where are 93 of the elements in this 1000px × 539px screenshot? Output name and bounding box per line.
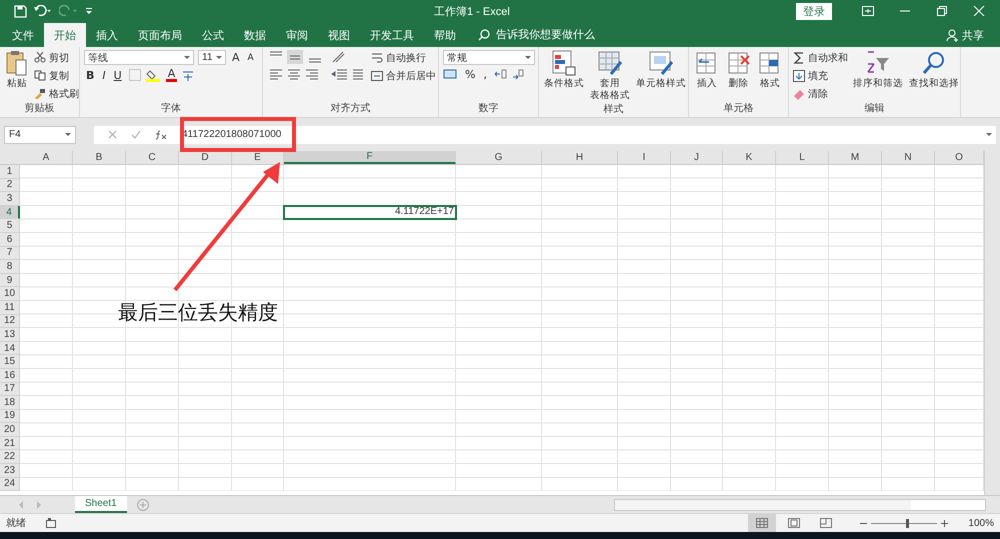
- ribbon-tab[interactable]: 插入: [86, 23, 128, 47]
- formula-input[interactable]: 411722201808071000: [177, 126, 996, 144]
- group-label: 数字: [478, 102, 498, 116]
- ribbon-tab[interactable]: 页面布局: [128, 23, 192, 47]
- group-label: 样式: [604, 102, 624, 117]
- row-header[interactable]: 23: [0, 464, 20, 478]
- comma-button[interactable]: ,: [481, 68, 489, 81]
- column-header[interactable]: G: [456, 151, 542, 164]
- sort-button[interactable]: 排序和筛选: [852, 50, 904, 90]
- underline-button[interactable]: U: [112, 68, 124, 82]
- ribbon-tab[interactable]: 公式: [192, 23, 234, 47]
- ribbon-tab[interactable]: 视图: [318, 23, 360, 47]
- font-color-button[interactable]: A: [166, 68, 178, 82]
- column-header[interactable]: I: [618, 151, 671, 164]
- column-header[interactable]: C: [126, 151, 179, 164]
- ribbon-tab[interactable]: 文件: [2, 23, 44, 47]
- cell-value[interactable]: 4.11722E+17: [284, 206, 456, 220]
- row-header[interactable]: 19: [0, 410, 20, 424]
- paste-button[interactable]: 粘贴: [4, 50, 30, 90]
- copy-button[interactable]: 复制: [34, 68, 79, 83]
- table-button[interactable]: 套用 表格格式: [589, 50, 631, 102]
- row-header[interactable]: 22: [0, 450, 20, 464]
- row-header[interactable]: 1: [0, 165, 20, 179]
- row-header[interactable]: 2: [0, 178, 20, 192]
- ribbon-tab[interactable]: 开发工具: [360, 23, 424, 47]
- row-header[interactable]: 3: [0, 192, 20, 206]
- group-label: 字体: [161, 102, 181, 116]
- percent-button[interactable]: %: [463, 68, 478, 81]
- window-title: 工作簿1 - Excel: [434, 4, 511, 18]
- login-button[interactable]: 登录: [796, 2, 832, 20]
- row-header[interactable]: 18: [0, 396, 20, 410]
- number-format-field[interactable]: 常规: [443, 50, 535, 65]
- sheet-tab[interactable]: Sheet1: [75, 496, 127, 513]
- row-header[interactable]: 14: [0, 342, 20, 356]
- row-header[interactable]: 17: [0, 382, 20, 396]
- sum-button[interactable]: 自动求和: [793, 50, 848, 65]
- delete-cells-button[interactable]: 删除: [724, 50, 752, 90]
- status-text: 就绪: [6, 516, 26, 530]
- row-header[interactable]: 16: [0, 368, 20, 382]
- grow-font-button[interactable]: A: [230, 51, 242, 64]
- ribbon-tab[interactable]: 审阅: [276, 23, 318, 47]
- ribbon-tab[interactable]: 开始: [44, 23, 86, 47]
- group-label: 编辑: [864, 102, 884, 116]
- annotation-text: 最后三位丢失精度: [118, 299, 278, 326]
- column-header[interactable]: J: [671, 151, 723, 164]
- shrink-font-button[interactable]: A: [246, 52, 256, 62]
- row-header[interactable]: 10: [0, 287, 20, 301]
- row-header[interactable]: 12: [0, 314, 20, 328]
- row-header[interactable]: 8: [0, 260, 20, 274]
- column-header[interactable]: K: [723, 151, 776, 164]
- merge-center-button[interactable]: 合并后居中: [371, 68, 436, 83]
- row-header[interactable]: 15: [0, 355, 20, 369]
- format-cells-button[interactable]: 格式: [756, 50, 784, 90]
- group-label: 剪贴板: [24, 102, 54, 116]
- insert-cells-button[interactable]: 插入: [693, 50, 721, 90]
- column-header[interactable]: B: [73, 151, 126, 164]
- font-size-field[interactable]: 11: [198, 50, 226, 65]
- column-header[interactable]: H: [542, 151, 618, 164]
- ribbon-tab[interactable]: 帮助: [424, 23, 466, 47]
- group-label: 对齐方式: [330, 102, 370, 116]
- row-header[interactable]: 6: [0, 232, 20, 247]
- row-header[interactable]: 5: [0, 219, 20, 233]
- column-header[interactable]: A: [20, 151, 73, 164]
- tell-me-field[interactable]: 告诉我你想要做什么: [494, 28, 638, 42]
- group-label: 单元格: [724, 102, 754, 116]
- clear-button[interactable]: 清除: [793, 86, 848, 101]
- row-header[interactable]: 9: [0, 274, 20, 288]
- column-header[interactable]: L: [776, 151, 829, 164]
- column-header[interactable]: M: [829, 151, 882, 164]
- bold-button[interactable]: B: [84, 68, 96, 82]
- cut-button[interactable]: 剪切: [34, 50, 79, 65]
- column-header[interactable]: N: [882, 151, 935, 164]
- wrap-text-button[interactable]: 自动换行: [371, 50, 436, 65]
- row-header[interactable]: 7: [0, 246, 20, 260]
- ribbon-tab[interactable]: 数据: [234, 23, 276, 47]
- row-header[interactable]: 13: [0, 328, 20, 342]
- row-header[interactable]: 4: [0, 206, 20, 220]
- column-header[interactable]: D: [179, 151, 232, 164]
- row-header[interactable]: 21: [0, 436, 20, 450]
- conditional-button[interactable]: 条件格式: [543, 50, 585, 90]
- painter-button[interactable]: 格式刷: [34, 86, 79, 101]
- find-button[interactable]: 查找和选择: [908, 50, 960, 90]
- row-header[interactable]: 11: [0, 300, 20, 315]
- cellstyle-button[interactable]: 单元格样式: [635, 50, 687, 90]
- name-box[interactable]: F4: [4, 126, 76, 144]
- font-name-field[interactable]: 等线: [84, 50, 194, 65]
- zoom-level: 100%: [968, 518, 994, 528]
- italic-button[interactable]: I: [100, 68, 108, 82]
- row-header[interactable]: 24: [0, 478, 20, 492]
- row-header[interactable]: 20: [0, 423, 20, 437]
- share-button[interactable]: 共享: [940, 23, 990, 47]
- column-header[interactable]: F: [284, 151, 456, 164]
- fill-button[interactable]: 填充: [793, 68, 848, 83]
